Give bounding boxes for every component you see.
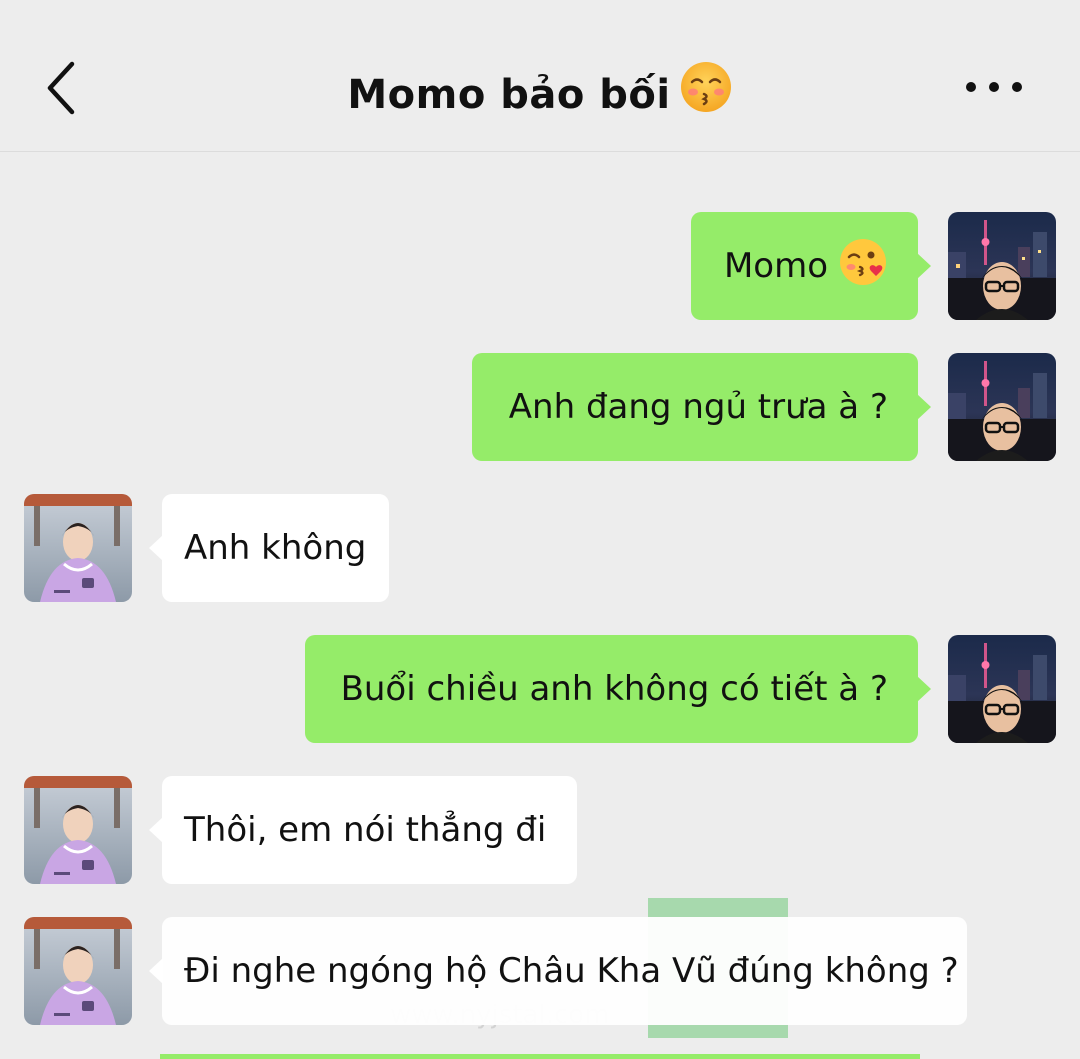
chat-title-text: Momo bảo bối — [347, 72, 671, 118]
incoming-message-bubble[interactable]: Đi nghe ngóng hộ Châu Kha Vũ đúng không … — [149, 917, 967, 1025]
incoming-message-bubble[interactable]: Anh không — [149, 494, 389, 602]
outgoing-message-bubble[interactable]: Buổi chiều anh không có tiết à ? — [305, 635, 931, 743]
my-avatar[interactable] — [948, 353, 1056, 461]
next-message-edge — [160, 1054, 920, 1059]
my-avatar[interactable] — [948, 635, 1056, 743]
incoming-message-bubble[interactable]: Thôi, em nói thẳng đi — [149, 776, 577, 884]
kissing-heart-emoji — [838, 237, 888, 296]
contact-avatar[interactable] — [24, 494, 132, 602]
contact-avatar[interactable] — [24, 776, 132, 884]
more-options-button[interactable] — [962, 72, 1026, 102]
outgoing-message-bubble[interactable]: Anh đang ngủ trưa à ? — [472, 353, 931, 461]
chat-header: Momo bảo bối — [0, 0, 1080, 152]
contact-avatar[interactable] — [24, 917, 132, 1025]
outgoing-message-bubble[interactable]: Momo — [691, 212, 931, 320]
message-text: Anh không — [184, 528, 367, 568]
message-text: Đi nghe ngóng hộ Châu Kha Vũ đúng không … — [184, 951, 959, 991]
kissing-smiling-eyes-emoji — [679, 60, 733, 124]
chat-screen: Momo bảo bối Momo Anh đang ngủ trưa à ? … — [0, 0, 1080, 1059]
chat-title: Momo bảo bối — [0, 60, 1080, 124]
message-text: Thôi, em nói thẳng đi — [184, 810, 547, 850]
my-avatar[interactable] — [948, 212, 1056, 320]
message-text: Buổi chiều anh không có tiết à ? — [340, 669, 888, 709]
message-text: Momo — [723, 246, 828, 286]
more-dots-icon — [966, 82, 1022, 92]
message-text: Anh đang ngủ trưa à ? — [508, 387, 888, 427]
